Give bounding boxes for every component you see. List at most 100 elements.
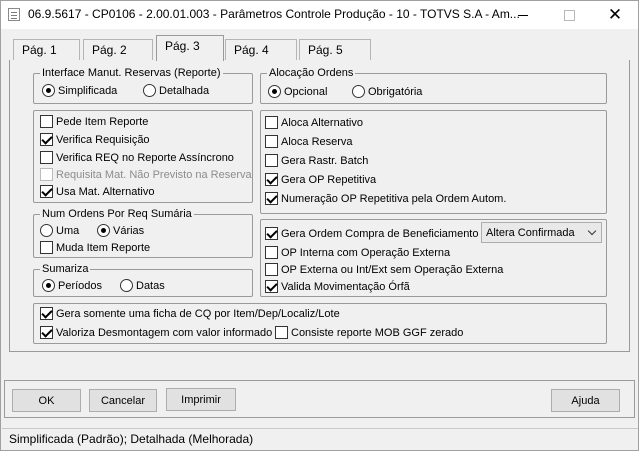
radio-button[interactable] [120, 279, 133, 292]
radio-button[interactable] [268, 85, 281, 98]
checkbox[interactable] [40, 115, 53, 128]
checkbox-label: Verifica REQ no Reporte Assíncrono [56, 151, 234, 164]
check-gera-rastr-batch[interactable]: Gera Rastr. Batch [265, 154, 368, 167]
checkbox[interactable] [40, 151, 53, 164]
chevron-down-icon [587, 226, 597, 236]
title-bar: 06.9.5617 - CP0106 - 2.00.01.003 - Parâm… [1, 1, 638, 29]
checkbox-label: Aloca Reserva [281, 135, 353, 148]
radio-uma[interactable]: Uma [40, 224, 79, 237]
checkbox[interactable] [265, 173, 278, 186]
checkbox [40, 168, 53, 181]
radio-periodos[interactable]: Períodos [42, 279, 102, 292]
radio-label: Uma [56, 224, 80, 237]
radio-label: Simplificada [58, 84, 118, 97]
tab-pag-4[interactable]: Pág. 4 [225, 39, 297, 60]
radio-datas[interactable]: Datas [120, 279, 165, 292]
checkbox-label: Usa Mat. Alternativo [56, 185, 155, 198]
checkbox[interactable] [265, 227, 278, 240]
radio-button[interactable] [40, 224, 53, 237]
radio-label: Obrigatória [368, 85, 423, 98]
check-aloca-reserva[interactable]: Aloca Reserva [265, 135, 353, 148]
checkbox[interactable] [40, 241, 53, 254]
tab-pag-1[interactable]: Pág. 1 [13, 39, 80, 60]
radio-obrigatoria[interactable]: Obrigatória [352, 85, 422, 98]
group-title: Sumariza [40, 263, 91, 275]
checkbox-label: Muda Item Reporte [56, 241, 151, 254]
checkbox[interactable] [40, 307, 53, 320]
checkbox-label: Gera OP Repetitiva [281, 173, 377, 186]
checkbox-label: Valida Movimentação Órfã [281, 280, 410, 293]
radio-label: Períodos [58, 279, 103, 292]
checkbox-label: OP Interna com Operação Externa [281, 246, 451, 259]
check-op-externa-sem-operacao[interactable]: OP Externa ou Int/Ext sem Operação Exter… [265, 263, 503, 276]
check-consiste-reporte-mob-ggf[interactable]: Consiste reporte MOB GGF zerado [275, 326, 463, 339]
checkbox-label: Gera Rastr. Batch [281, 154, 369, 167]
tab-label: Pág. 2 [92, 43, 127, 57]
checkbox[interactable] [265, 246, 278, 259]
radio-button[interactable] [42, 84, 55, 97]
check-op-interna-operacao-externa[interactable]: OP Interna com Operação Externa [265, 246, 450, 259]
radio-button[interactable] [143, 84, 156, 97]
check-verifica-requisicao[interactable]: Verifica Requisição [40, 133, 150, 146]
maximize-icon[interactable] [546, 1, 592, 29]
checkbox[interactable] [265, 280, 278, 293]
check-gera-ordem-compra-beneficiamento[interactable]: Gera Ordem Compra de Beneficiamento [265, 227, 478, 240]
checkbox-label: Requisita Mat. Não Previsto na Reserva [56, 168, 252, 181]
checkbox-label: Pede Item Reporte [56, 115, 149, 128]
check-verifica-req-assincrono[interactable]: Verifica REQ no Reporte Assíncrono [40, 151, 234, 164]
ok-button[interactable]: OK [12, 389, 81, 412]
tab-pag-5[interactable]: Pág. 5 [299, 39, 371, 60]
radio-button[interactable] [97, 224, 110, 237]
checkbox[interactable] [265, 263, 278, 276]
radio-simplificada[interactable]: Simplificada [42, 84, 117, 97]
checkbox[interactable] [40, 326, 53, 339]
check-gera-ficha-cq[interactable]: Gera somente uma ficha de CQ por Item/De… [40, 307, 340, 320]
checkbox-label: OP Externa ou Int/Ext sem Operação Exter… [281, 263, 504, 276]
check-pede-item-reporte[interactable]: Pede Item Reporte [40, 115, 148, 128]
main-window: 06.9.5617 - CP0106 - 2.00.01.003 - Parâm… [0, 0, 639, 451]
checkbox[interactable] [275, 326, 288, 339]
group-title: Alocação Ordens [267, 67, 356, 79]
check-valoriza-desmontagem[interactable]: Valoriza Desmontagem com valor informado [40, 326, 272, 339]
radio-label: Opcional [284, 85, 328, 98]
tab-label: Pág. 5 [308, 43, 343, 57]
radio-label: Detalhada [159, 84, 210, 97]
help-button[interactable]: Ajuda [551, 389, 620, 412]
checkbox-label: Verifica Requisição [56, 133, 150, 146]
checkbox[interactable] [40, 185, 53, 198]
checkbox[interactable] [265, 135, 278, 148]
checkbox-label: Gera Ordem Compra de Beneficiamento [281, 227, 479, 240]
radio-button[interactable] [42, 279, 55, 292]
radio-varias[interactable]: Várias [97, 224, 144, 237]
close-icon[interactable]: ✕ [592, 1, 638, 29]
tab-label: Pág. 1 [22, 43, 57, 57]
checkbox-label: Valoriza Desmontagem com valor informado [56, 326, 273, 339]
radio-button[interactable] [352, 85, 365, 98]
tab-pag-2[interactable]: Pág. 2 [83, 39, 153, 60]
checkbox[interactable] [265, 154, 278, 167]
checkbox[interactable] [265, 192, 278, 205]
cancel-button[interactable]: Cancelar [89, 389, 157, 412]
check-muda-item-reporte[interactable]: Muda Item Reporte [40, 241, 150, 254]
status-bar: Simplificada (Padrão); Detalhada (Melhor… [2, 428, 638, 450]
radio-opcional[interactable]: Opcional [268, 85, 327, 98]
tab-label: Pág. 3 [165, 39, 200, 53]
tab-label: Pág. 4 [234, 43, 269, 57]
checkbox-label: Aloca Alternativo [281, 116, 363, 129]
radio-detalhada[interactable]: Detalhada [143, 84, 209, 97]
check-numeracao-op-repetitiva[interactable]: Numeração OP Repetitiva pela Ordem Autom… [265, 192, 506, 205]
checkbox[interactable] [265, 116, 278, 129]
tab-pag-3[interactable]: Pág. 3 [156, 35, 224, 61]
checkbox-label: Consiste reporte MOB GGF zerado [291, 326, 464, 339]
check-gera-op-repetitiva[interactable]: Gera OP Repetitiva [265, 173, 376, 186]
check-aloca-alternativo[interactable]: Aloca Alternativo [265, 116, 363, 129]
beneficiamento-select[interactable]: Altera Confirmada [481, 222, 602, 243]
check-valida-movimentacao-orfa[interactable]: Valida Movimentação Órfã [265, 280, 410, 293]
print-button[interactable]: Imprimir [166, 388, 236, 411]
checkbox[interactable] [40, 133, 53, 146]
minimize-icon[interactable] [500, 1, 546, 29]
radio-label: Várias [113, 224, 145, 237]
group-title: Interface Manut. Reservas (Reporte) [40, 67, 223, 79]
check-usa-mat-alternativo[interactable]: Usa Mat. Alternativo [40, 185, 154, 198]
checkbox-label: Numeração OP Repetitiva pela Ordem Autom… [281, 192, 507, 205]
